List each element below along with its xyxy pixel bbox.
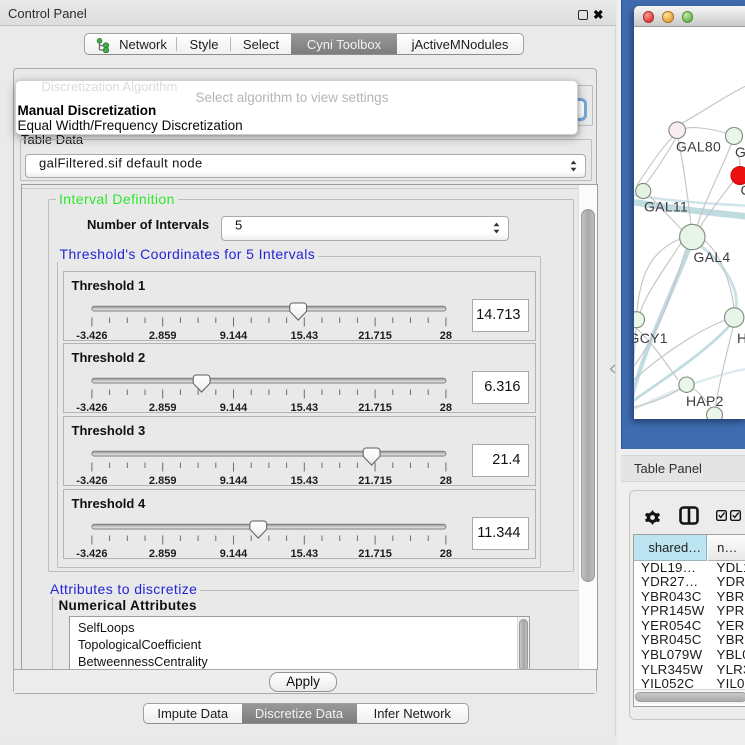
svg-text:15.43: 15.43 [290,402,318,414]
svg-text:15.43: 15.43 [290,548,318,560]
svg-text:9.144: 9.144 [219,330,247,342]
svg-text:CYC: CYC [740,182,745,198]
svg-text:GAL80: GAL80 [676,139,721,155]
svg-text:9.144: 9.144 [219,548,247,560]
svg-text:2.859: 2.859 [148,330,176,342]
svg-text:HIS: HIS [737,330,745,346]
svg-text:-3.426: -3.426 [76,475,107,487]
svg-text:2.859: 2.859 [148,548,176,560]
svg-text:2.859: 2.859 [148,475,176,487]
svg-text:2.859: 2.859 [148,402,176,414]
svg-text:21.715: 21.715 [358,402,392,414]
svg-text:-3.426: -3.426 [76,548,107,560]
svg-text:GCY1: GCY1 [634,330,668,346]
svg-text:21.715: 21.715 [358,475,392,487]
svg-text:21.715: 21.715 [358,330,392,342]
svg-text:9.144: 9.144 [219,402,247,414]
svg-text:9.144: 9.144 [219,475,247,487]
svg-text:15.43: 15.43 [290,330,318,342]
svg-text:GAL11: GAL11 [644,199,688,215]
svg-text:GAL1: GAL1 [735,144,745,160]
svg-text:28: 28 [439,402,451,414]
svg-text:28: 28 [439,548,451,560]
svg-text:28: 28 [439,475,451,487]
svg-text:-3.426: -3.426 [76,330,107,342]
svg-text:21.715: 21.715 [358,548,392,560]
svg-text:28: 28 [439,330,451,342]
svg-text:15.43: 15.43 [290,475,318,487]
svg-text:GAL4: GAL4 [693,249,730,265]
svg-text:HAP2: HAP2 [686,393,724,409]
svg-text:-3.426: -3.426 [76,402,107,414]
